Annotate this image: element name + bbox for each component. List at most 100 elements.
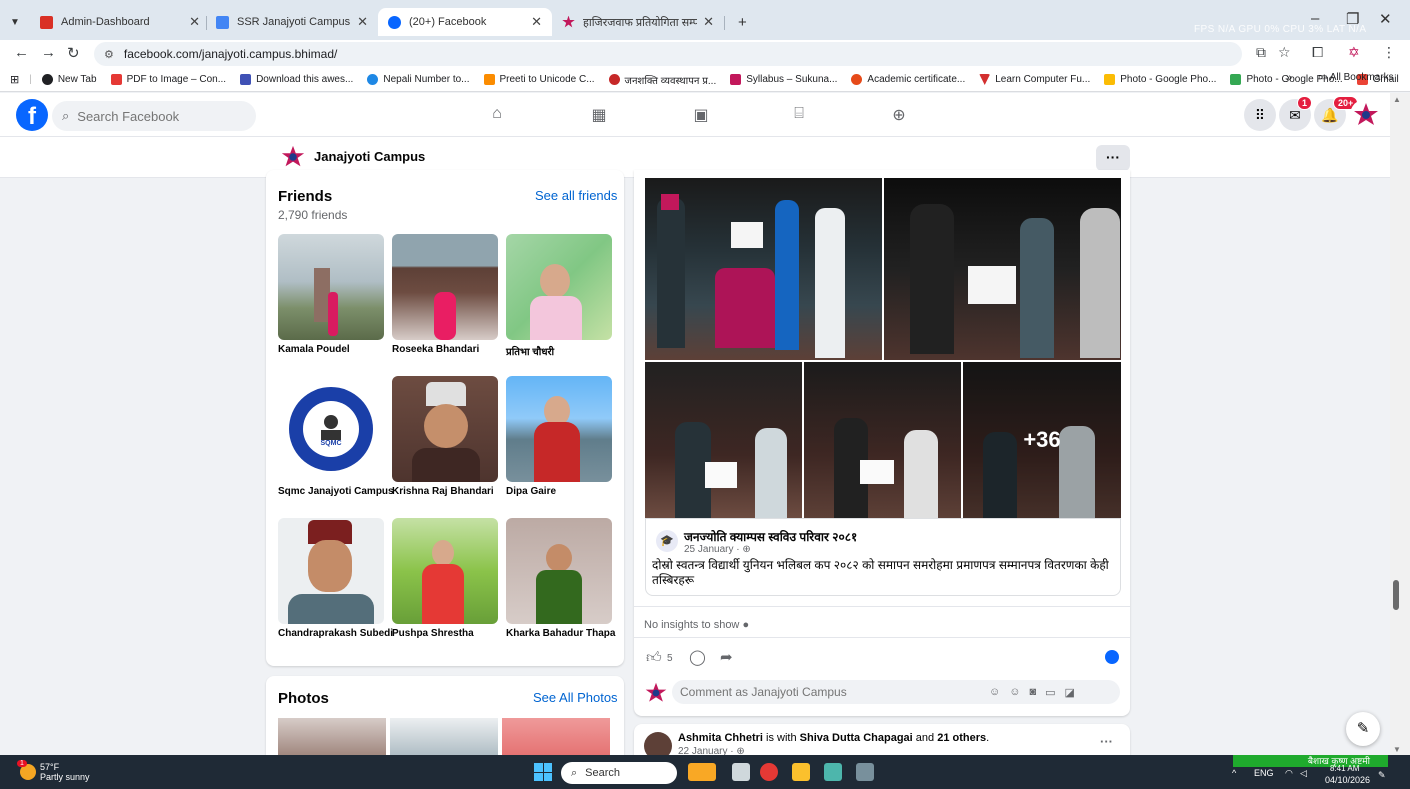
avatar-sticker-icon[interactable]: ☺ [989,686,1000,698]
widgets-icon[interactable] [688,763,716,781]
see-all-friends-link[interactable]: See all friends [535,188,617,203]
sticker-icon[interactable]: ◪ [1065,686,1075,699]
apps-grid-icon[interactable]: ⊞ [10,73,19,86]
comment-input[interactable] [680,685,980,699]
post-photo[interactable] [884,178,1121,360]
app-taskbar-icon[interactable] [856,763,874,781]
scroll-up-arrow-icon[interactable]: ▲ [1393,95,1401,104]
emoji-icon[interactable]: ☺ [1009,686,1020,698]
bookmark-item[interactable]: Preeti to Unicode C... [483,74,595,85]
scrollbar-thumb[interactable] [1393,580,1399,610]
post-options-icon[interactable]: ··· [1100,734,1113,749]
marketplace-icon[interactable]: ⌸ [788,105,810,125]
friend-card[interactable]: Pushpa Shrestha [392,518,498,639]
tab-admin-dashboard[interactable]: Admin-Dashboard ✕ [30,8,210,36]
show-hidden-icons[interactable]: ^ [1232,768,1236,778]
site-settings-icon[interactable]: ⚙ [104,48,114,61]
facebook-search-box[interactable]: ⌕ [52,101,256,131]
post-photo[interactable] [804,362,961,518]
file-explorer-icon[interactable] [792,763,810,781]
tab-ssr-document[interactable]: SSR Janajyoti Campus 2082.do ✕ [206,8,378,36]
audience-icon[interactable] [1105,650,1119,664]
friend-card[interactable]: Kamala Poudel [278,234,384,355]
gif-icon[interactable]: ▭ [1045,686,1055,699]
new-message-button[interactable]: ✎ [1346,712,1380,746]
close-icon[interactable]: ✕ [531,14,542,30]
chrome-taskbar-icon[interactable] [760,763,778,781]
bookmark-item[interactable]: जनशक्ति व्यवस्थापन प्र... [608,73,716,87]
page-name[interactable]: Janajyoti Campus [314,149,425,164]
language-indicator[interactable]: ENG [1254,768,1274,778]
clock-time[interactable]: 8:41 AM [1330,764,1359,773]
like-button[interactable]: 👍︎ [646,649,662,667]
close-icon[interactable]: ✕ [189,14,200,30]
browser-menu-icon[interactable]: ⋮ [1382,44,1396,61]
window-close-icon[interactable]: ✕ [1379,10,1392,28]
page-more-button[interactable]: ··· [1096,145,1130,171]
bookmark-star-icon[interactable]: ☆ [1278,44,1291,61]
bookmarks-overflow-button[interactable]: » [1286,72,1292,84]
friend-card[interactable]: SQMC Sqmc Janajyoti Campus [278,376,394,497]
restore-icon[interactable]: ❐ [1346,10,1359,28]
camera-icon[interactable]: ◙ [1029,686,1036,698]
bookmark-item[interactable]: Download this awes... [240,74,353,85]
account-button[interactable] [1350,99,1382,131]
notification-center-icon[interactable]: ✎ [1378,770,1386,781]
app-taskbar-icon[interactable] [824,763,842,781]
extensions-icon[interactable]: ⧠ [1312,44,1323,61]
task-view-icon[interactable] [732,763,750,781]
bookmark-item[interactable]: Nepali Number to... [367,74,470,85]
friend-card[interactable]: प्रतिभा चौधरी [506,234,612,358]
omnibox[interactable]: ⚙ facebook.com/janajyoti.campus.bhimad/ [94,42,1242,66]
bookmark-item[interactable]: New Tab [41,74,97,85]
bookmark-item[interactable]: PDF to Image – Con... [110,74,226,85]
friend-card[interactable]: Dipa Gaire [506,376,612,497]
tab-quiz-competition[interactable]: हाजिरजवाफ प्रतियोगिता सम्पन्न – Ja ✕ [552,8,724,36]
friend-card[interactable]: Chandraprakash Subedi [278,518,393,639]
share-button[interactable]: ➦ [720,648,733,666]
tab-facebook[interactable]: (20+) Facebook ✕ [378,8,552,36]
photo-thumbnail[interactable] [390,718,498,755]
comment-box[interactable]: ☺ ☺ ◙ ▭ ◪ [672,680,1120,704]
bookmark-item[interactable]: Academic certificate... [851,74,965,85]
tab-search-button[interactable]: ▼ [6,8,28,36]
weather-widget[interactable]: 1 57°F Partly sunny [17,760,90,782]
scroll-down-arrow-icon[interactable]: ▼ [1393,745,1401,754]
page-scrollbar[interactable] [1390,93,1410,755]
post-photo[interactable] [645,362,802,518]
reload-icon[interactable]: ↻ [67,44,80,62]
photo-thumbnail[interactable] [502,718,610,755]
wifi-icon[interactable]: ◠ [1285,768,1293,779]
friend-card[interactable]: Kharka Bahadur Thapa [506,518,615,639]
facebook-logo-icon[interactable]: f [16,99,48,131]
clock-date[interactable]: 04/10/2026 [1325,775,1370,785]
taskbar-search[interactable]: ⌕ Search [561,762,677,784]
photo-thumbnail[interactable] [278,718,386,755]
windows-start-button[interactable] [534,763,552,781]
friend-card[interactable]: Roseeka Bhandari [392,234,498,355]
comment-button[interactable]: ◯ [689,648,706,666]
close-icon[interactable]: ✕ [357,14,368,30]
menu-grid-button[interactable]: ⠿ [1244,99,1276,131]
video-icon[interactable]: ▣ [690,105,712,125]
profile-avatar-icon[interactable]: ✡ [1348,44,1360,61]
post-photo[interactable] [645,178,882,360]
cast-icon[interactable]: ⧉ [1256,44,1266,61]
bookmark-item[interactable]: Learn Computer Fu... [979,74,1090,85]
forward-arrow-icon[interactable]: → [41,44,56,61]
friend-card[interactable]: Krishna Raj Bhandari [392,376,498,497]
post-photo-more[interactable]: +36 [963,362,1121,518]
dashboard-icon[interactable]: ▦ [588,105,610,125]
gaming-icon[interactable]: ⊕ [888,105,910,125]
see-all-photos-link[interactable]: See All Photos [533,690,618,705]
bookmark-item[interactable]: Syllabus – Sukuna... [730,74,837,85]
facebook-search-input[interactable] [77,108,228,124]
back-arrow-icon[interactable]: ← [14,44,29,61]
shared-author[interactable]: जनज्योति क्याम्पस स्वविउ परिवार २०८१ [684,528,857,545]
bookmark-item[interactable]: Photo - Google Pho... [1104,74,1216,85]
all-bookmarks-button[interactable]: ▭ All Bookmarks [1318,72,1394,83]
new-tab-button[interactable]: + [728,8,750,36]
home-icon[interactable]: ⌂ [486,105,508,125]
close-icon[interactable]: ✕ [703,14,714,30]
minimize-icon[interactable]: – [1311,10,1319,27]
